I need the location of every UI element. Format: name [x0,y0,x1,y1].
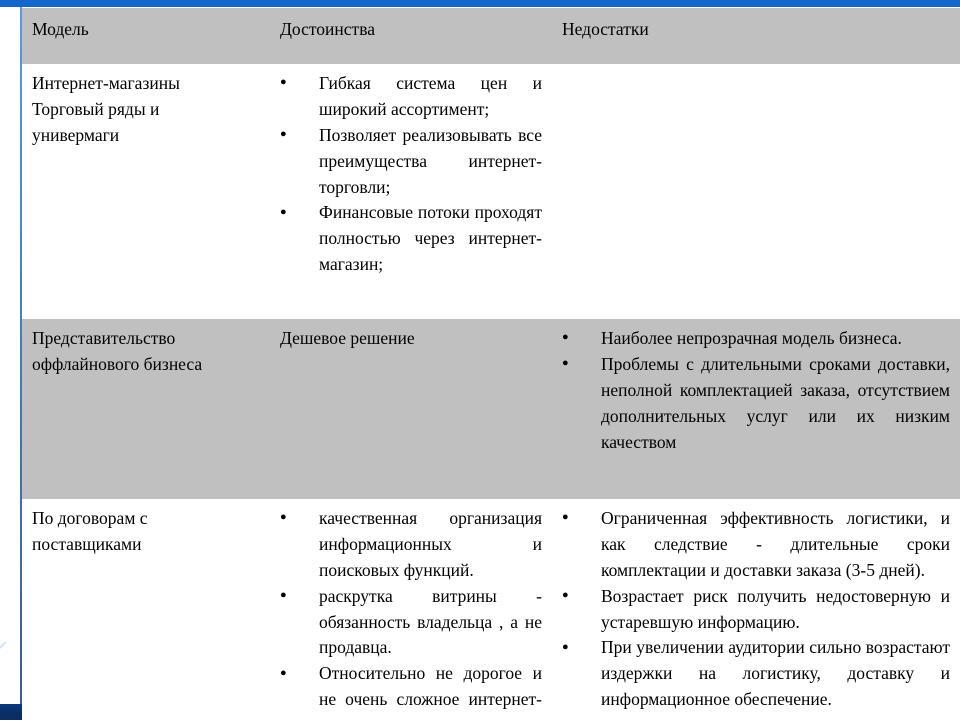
top-accent-strip [0,0,960,7]
list-item: Ограниченная эффективность логистики, и … [562,505,950,584]
list-item: Финансовые потоки проходят полностью чер… [280,200,542,278]
model-name-text: Представительство оффлайнового бизнеса [32,328,203,374]
column-header-disadvantages: Недостатки [552,8,960,64]
cell-model: Представительство оффлайнового бизнеса [22,319,270,499]
column-header-advantages: Достоинства [270,8,552,64]
list-item: Относительно не дорогое и не очень сложн… [280,661,542,720]
advantages-list: качественная организация информационных … [280,505,542,720]
comparison-table: Модель Достоинства Недостатки Интернет-м… [22,8,960,720]
list-item: Проблемы с длительными сроками доставки,… [562,351,950,456]
table-row: Интернет-магазины Торговый ряды и универ… [22,64,960,319]
table-row: По договорам с поставщиками качественная… [22,499,960,720]
disadvantages-list: Ограниченная эффективность логистики, и … [562,505,950,713]
left-accent-bar-seams [0,0,22,720]
advantages-list: Гибкая система цен и широкий ассортимент… [280,70,542,278]
cell-model: По договорам с поставщиками [22,499,270,720]
model-name-text: По договорам с поставщиками [32,508,148,554]
table-header-row: Модель Достоинства Недостатки [22,8,960,64]
list-item: При увеличении аудитории сильно возраста… [562,635,950,713]
disadvantages-list: Наиболее непрозрачная модель бизнеса. Пр… [562,325,950,456]
list-item: Позволяет реализовывать все преимущества… [280,122,542,201]
slide-canvas: Модель Достоинства Недостатки Интернет-м… [0,0,960,720]
cell-disadvantages: Наиболее непрозрачная модель бизнеса. Пр… [552,319,960,499]
cell-advantages: Гибкая система цен и широкий ассортимент… [270,64,552,319]
cell-advantages: качественная организация информационных … [270,499,552,720]
advantage-plain-text: Дешевое решение [280,328,415,348]
cell-advantages: Дешевое решение [270,319,552,499]
comparison-table-wrapper: Модель Достоинства Недостатки Интернет-м… [22,8,960,720]
list-item: Возрастает риск получить недостоверную и… [562,583,950,636]
list-item: Гибкая система цен и широкий ассортимент… [280,70,542,123]
list-item: раскрутка витрины - обязанность владельц… [280,583,542,662]
cell-model: Интернет-магазины Торговый ряды и универ… [22,64,270,319]
table-row: Представительство оффлайнового бизнеса Д… [22,319,960,499]
list-item: Наиболее непрозрачная модель бизнеса. [562,325,950,352]
column-header-model: Модель [22,8,270,64]
cell-disadvantages [552,64,960,319]
cell-disadvantages: Ограниченная эффективность логистики, и … [552,499,960,720]
model-name-text: Интернет-магазины Торговый ряды и универ… [32,73,180,145]
list-item: качественная организация информационных … [280,505,542,584]
